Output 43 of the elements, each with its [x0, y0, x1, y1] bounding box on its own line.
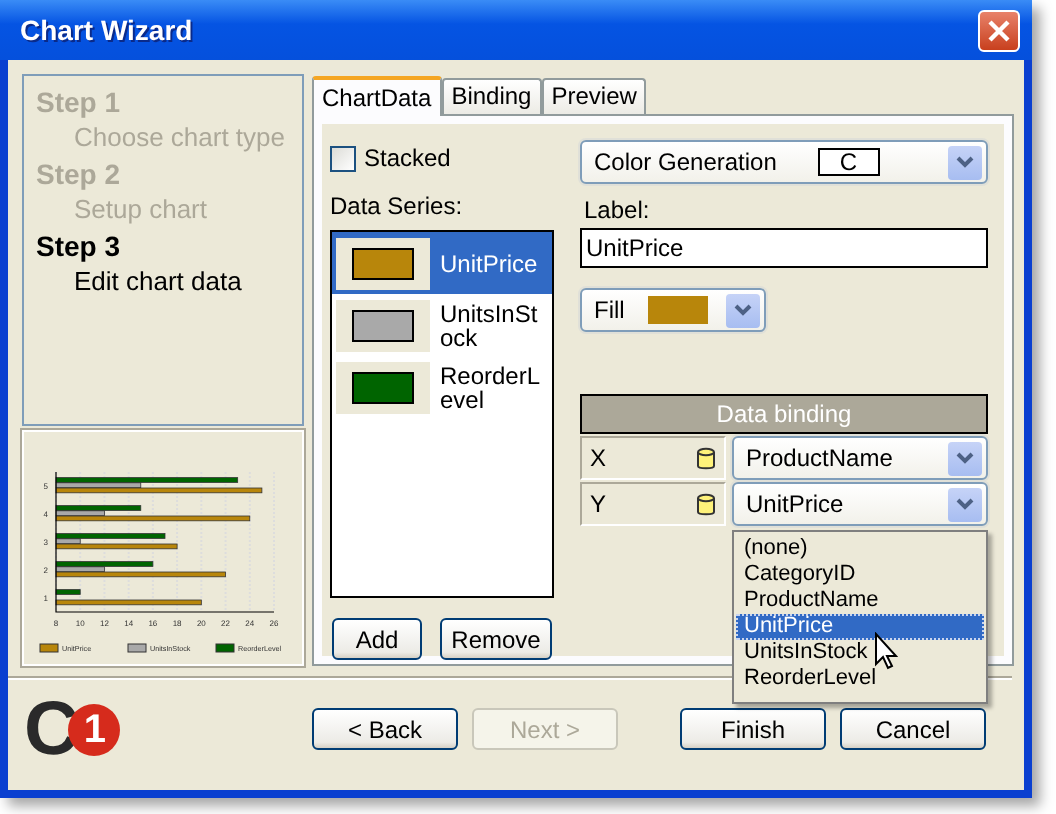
step-description: Choose chart type [72, 120, 288, 156]
remove-button[interactable]: Remove [440, 618, 552, 660]
dropdown-option[interactable]: UnitsInStock [736, 640, 984, 666]
dropdown-option[interactable]: ReorderLevel [736, 666, 984, 692]
tab[interactable]: Binding [441, 78, 542, 114]
dropdown-option[interactable]: (none) [736, 536, 984, 562]
series-item[interactable]: UnitsInStock [332, 294, 552, 356]
dropdown-option[interactable]: CategoryID [736, 562, 984, 588]
step-title: Step 1 [36, 84, 123, 120]
data-binding-header: Data binding [580, 394, 988, 434]
close-icon [988, 19, 1010, 41]
cursor-icon [874, 632, 898, 670]
checkbox-label: Stacked [364, 142, 451, 176]
back-button[interactable]: < Back [312, 708, 458, 750]
legend-swatch [215, 643, 235, 653]
field-label: Label: [582, 196, 652, 224]
finish-button[interactable]: Finish [680, 708, 826, 750]
checkbox[interactable] [330, 145, 356, 171]
color-generation-dropdown[interactable]: Color Generation C [580, 140, 988, 184]
field-dropdown[interactable]: ProductName [732, 436, 988, 480]
series-item[interactable]: UnitPrice [332, 232, 552, 294]
close-button[interactable] [978, 9, 1020, 51]
step-description: Setup chart [72, 192, 209, 228]
step-description: Edit chart data [72, 264, 244, 300]
add-button[interactable]: Add [332, 618, 422, 660]
window-title: Chart Wizard [20, 11, 193, 49]
dropdown-option[interactable]: ProductName [736, 588, 984, 614]
list-label: Data Series: [330, 190, 465, 224]
step-title: Step 2 [36, 156, 123, 192]
dropdown-option[interactable]: UnitPrice [736, 614, 984, 640]
tab[interactable]: Preview [541, 78, 647, 114]
label-input[interactable]: UnitPrice [580, 228, 988, 268]
axis-label: X [590, 442, 607, 476]
axis-label: Y [590, 488, 607, 522]
legend-swatch [39, 643, 59, 653]
field-dropdown[interactable]: UnitPrice [732, 482, 988, 526]
series-item[interactable]: ReorderLevel [332, 356, 552, 418]
legend-swatch [127, 643, 147, 653]
fill-dropdown[interactable]: Fill [580, 288, 766, 332]
tab[interactable]: ChartData [312, 76, 442, 116]
cancel-button[interactable]: Cancel [840, 708, 986, 750]
step-title: Step 3 [36, 228, 123, 264]
bar [55, 589, 81, 595]
